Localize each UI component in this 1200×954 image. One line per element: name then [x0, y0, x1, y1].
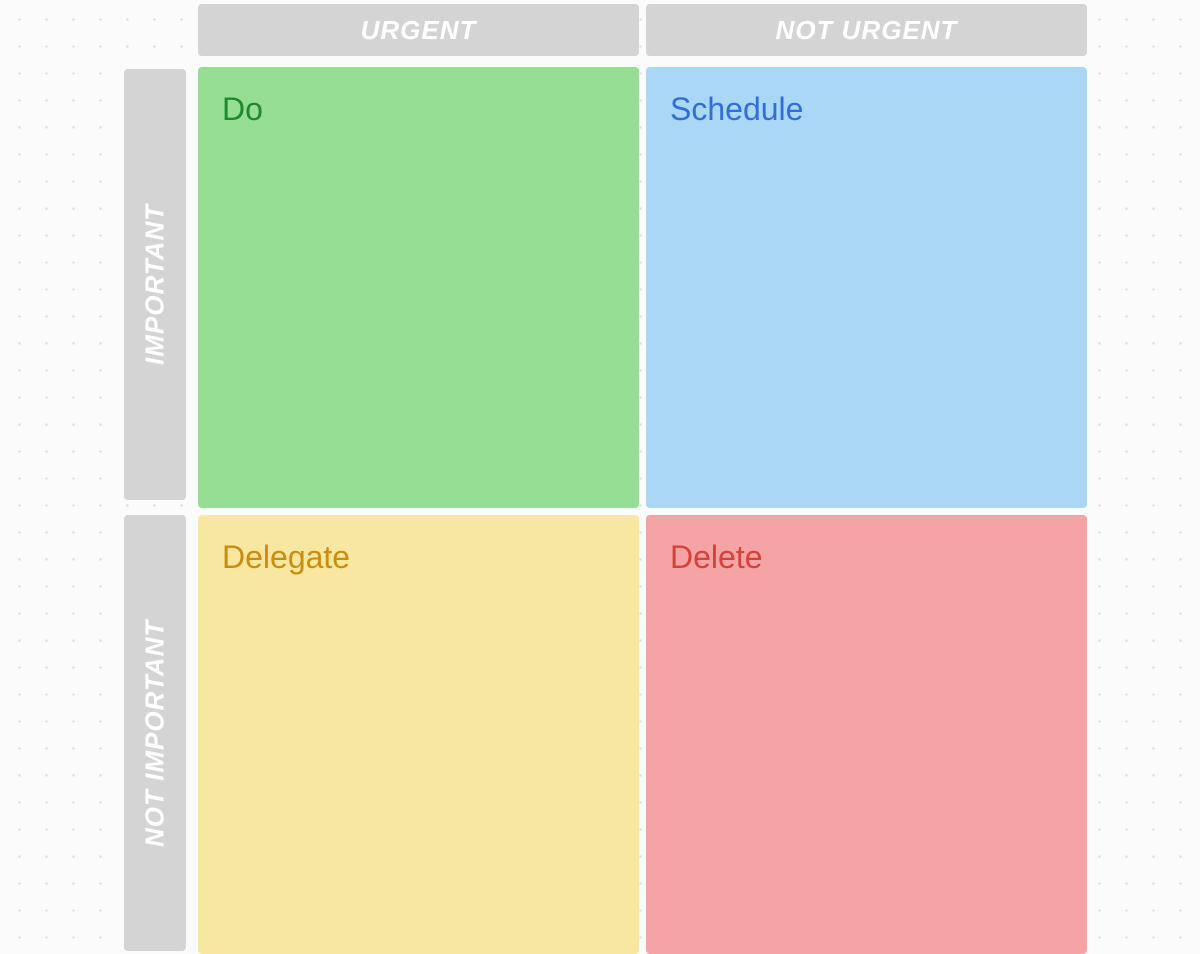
row-header-important: IMPORTANT: [124, 69, 186, 500]
eisenhower-matrix: URGENT NOT URGENT IMPORTANT NOT IMPORTAN…: [0, 0, 1200, 954]
quadrant-schedule-title: Schedule: [670, 91, 1063, 128]
quadrant-delegate-title: Delegate: [222, 539, 615, 576]
quadrant-delete-title: Delete: [670, 539, 1063, 576]
column-header-not-urgent: NOT URGENT: [646, 4, 1087, 56]
column-header-urgent: URGENT: [198, 4, 639, 56]
quadrant-delete[interactable]: Delete: [646, 515, 1087, 954]
quadrant-delegate[interactable]: Delegate: [198, 515, 639, 954]
quadrant-schedule[interactable]: Schedule: [646, 67, 1087, 508]
quadrant-do-title: Do: [222, 91, 615, 128]
quadrant-do[interactable]: Do: [198, 67, 639, 508]
row-header-not-important: NOT IMPORTANT: [124, 515, 186, 951]
